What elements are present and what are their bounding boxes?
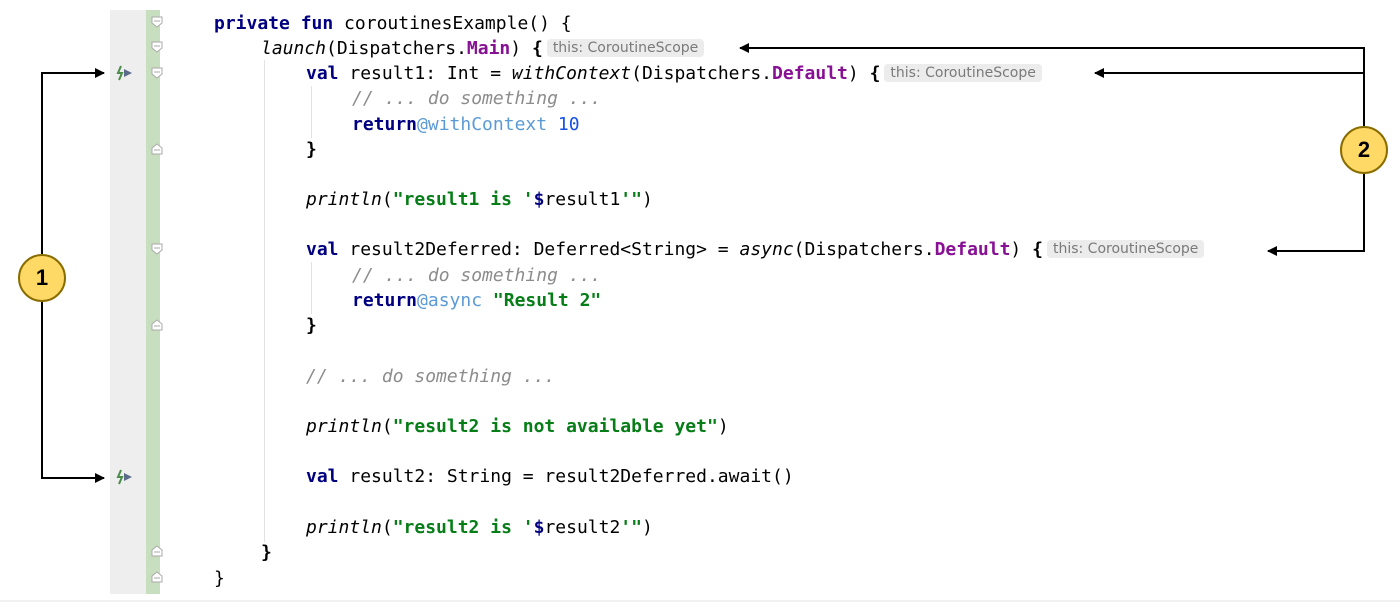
callout-number: 2 — [1357, 137, 1371, 162]
annotation-arrows — [41, 43, 1365, 483]
callout-number: 1 — [35, 265, 49, 290]
callout-2-connector — [739, 43, 1365, 256]
callout-badge-2: 2 — [1340, 126, 1388, 174]
callout-badge-1: 1 — [18, 254, 66, 302]
